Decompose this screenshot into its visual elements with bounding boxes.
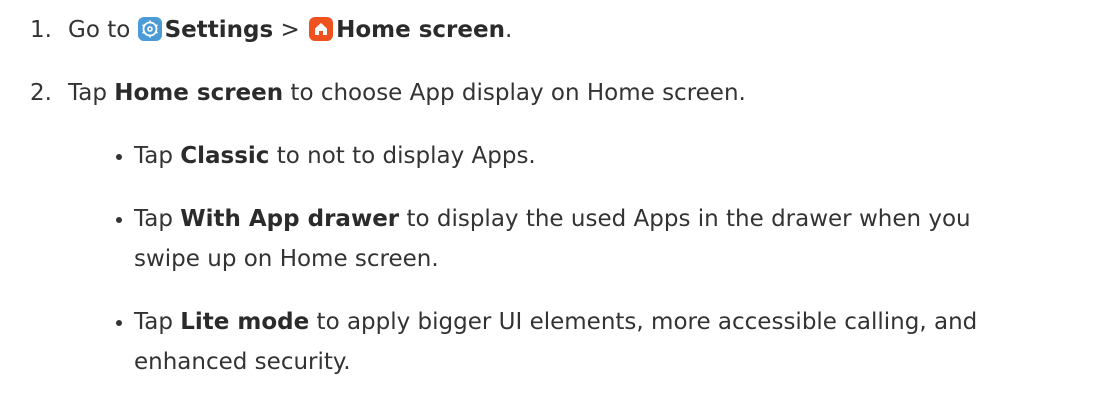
bullet-text: to display the used Apps in the drawer w… — [399, 206, 971, 232]
bullet-text: enhanced security. — [134, 349, 351, 375]
step-text: Tap — [68, 80, 115, 106]
step-2: 2. Tap Home screen to choose App display … — [30, 74, 746, 112]
bullet-item-lite-mode: Tap Lite mode to apply bigger UI element… — [116, 303, 977, 341]
path-separator: > — [273, 17, 308, 43]
bullet-text: to apply bigger UI elements, more access… — [309, 309, 978, 335]
bullet-bold: Classic — [180, 143, 270, 169]
bullet-text: to not to display Apps. — [269, 143, 536, 169]
settings-gear-icon — [137, 17, 162, 41]
bullet-item-classic: Tap Classic to not to display Apps. — [116, 137, 536, 175]
bullet-dot — [116, 320, 122, 326]
bullet-continuation: enhanced security. — [134, 343, 351, 381]
bullet-text: Tap — [134, 206, 181, 232]
step-number: 2. — [30, 80, 52, 106]
step-bold: Home screen — [114, 80, 284, 106]
step-1: 1. Go to Settings > Home screen. — [30, 11, 512, 49]
settings-label: Settings — [164, 17, 274, 43]
step-number: 1. — [30, 17, 52, 43]
home-icon — [309, 17, 334, 41]
step-text: Go to — [68, 17, 138, 43]
bullet-item-app-drawer: Tap With App drawer to display the used … — [116, 200, 971, 238]
bullet-text: Tap — [134, 143, 181, 169]
bullet-dot — [116, 217, 122, 223]
bullet-bold: With App drawer — [180, 206, 400, 232]
step-end: . — [504, 17, 513, 43]
bullet-text: Tap — [134, 309, 181, 335]
bullet-continuation: swipe up on Home screen. — [134, 240, 439, 278]
bullet-dot — [116, 154, 122, 160]
bullet-bold: Lite mode — [180, 309, 310, 335]
home-screen-label: Home screen — [336, 17, 505, 43]
step-text: to choose App display on Home screen. — [283, 80, 746, 106]
bullet-text: swipe up on Home screen. — [134, 246, 439, 272]
